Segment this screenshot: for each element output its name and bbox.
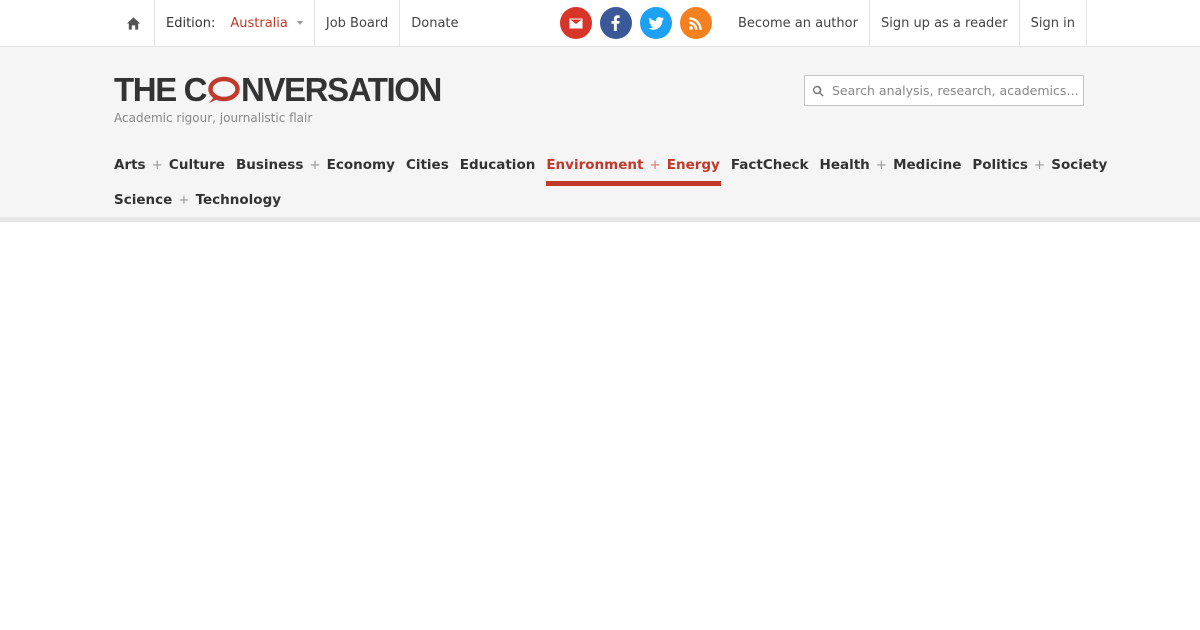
masthead-divider [0,217,1200,222]
donate-link[interactable]: Donate [400,0,469,46]
masthead: THE C NVERSATION Academic rigour, journa… [0,47,1200,217]
nav-item-health-medicine[interactable]: Health + Medicine [820,147,962,182]
nav-item-science-technology[interactable]: Science + Technology [114,182,281,217]
social-links [559,0,727,46]
search-input[interactable] [832,83,1082,98]
top-bar: Edition: Australia Job Board Donate Beco… [0,0,1200,47]
nav-item-label: Technology [195,191,282,208]
nav-item-cities[interactable]: Cities [406,147,449,182]
nav-item-label: FactCheck [730,156,809,173]
nav-separator: + [151,156,163,173]
nav-item-label: Culture [168,156,225,173]
chevron-down-icon [296,21,303,25]
nav-item-label: Cities [405,156,449,173]
nav-item-label: Environment [546,156,644,173]
home-icon [126,16,141,30]
email-button[interactable] [559,7,592,39]
nav-item-politics-society[interactable]: Politics + Society [972,147,1107,182]
twitter-button[interactable] [639,7,672,39]
nav-item-label: Energy [666,156,720,173]
nav-item-label: Health [819,156,870,173]
edition-label: Edition: [166,15,216,31]
site-logo[interactable]: THE C NVERSATION [114,71,442,108]
nav-item-label: Science [114,191,173,208]
nav-separator: + [649,156,661,173]
nav-item-label: Society [1051,156,1108,173]
facebook-button[interactable] [599,7,632,39]
speech-bubble-icon [208,76,240,103]
nav-item-label: Education [459,156,536,173]
nav-item-label: Politics [972,156,1028,173]
edition-value: Australia [230,15,288,31]
nav-item-label: Medicine [893,156,962,173]
search-box[interactable] [804,75,1084,106]
search-icon [812,85,824,97]
nav-item-factcheck[interactable]: FactCheck [731,147,809,182]
logo-text-right: NVERSATION [241,71,442,108]
email-icon [569,18,583,28]
become-author-link[interactable]: Become an author [727,0,870,46]
section-nav-row-2: Science + Technology [114,182,1074,217]
job-board-link[interactable]: Job Board [315,0,401,46]
nav-item-arts-culture[interactable]: Arts + Culture [114,147,225,182]
nav-separator: + [178,191,190,208]
section-nav: Arts + Culture Business + Economy Cities Edu… [114,147,1107,217]
nav-item-business-economy[interactable]: Business + Economy [236,147,395,182]
nav-item-label: Arts [114,156,146,173]
rss-icon [689,16,703,30]
sign-up-reader-link[interactable]: Sign up as a reader [870,0,1020,46]
rss-button[interactable] [679,7,712,39]
twitter-icon [648,16,664,30]
nav-item-label: Business [235,156,304,173]
sign-in-link[interactable]: Sign in [1020,0,1087,46]
section-nav-row-1: Arts + Culture Business + Economy Cities Edu… [114,147,1107,186]
facebook-icon [611,15,621,31]
nav-item-education[interactable]: Education [460,147,536,182]
top-bar-spacer [470,0,560,46]
home-button[interactable] [113,0,155,46]
nav-item-label: Economy [326,156,395,173]
logo-text-left: THE C [114,71,207,108]
nav-item-environment-energy[interactable]: Environment + Energy [546,147,721,186]
tagline: Academic rigour, journalistic flair [114,111,313,125]
nav-separator: + [1033,156,1046,173]
nav-separator: + [875,156,888,173]
edition-selector[interactable]: Edition: Australia [155,0,315,46]
account-links: Become an author Sign up as a reader Sig… [727,0,1087,46]
nav-separator: + [309,156,321,173]
top-bar-inner: Edition: Australia Job Board Donate Beco… [113,0,1087,46]
